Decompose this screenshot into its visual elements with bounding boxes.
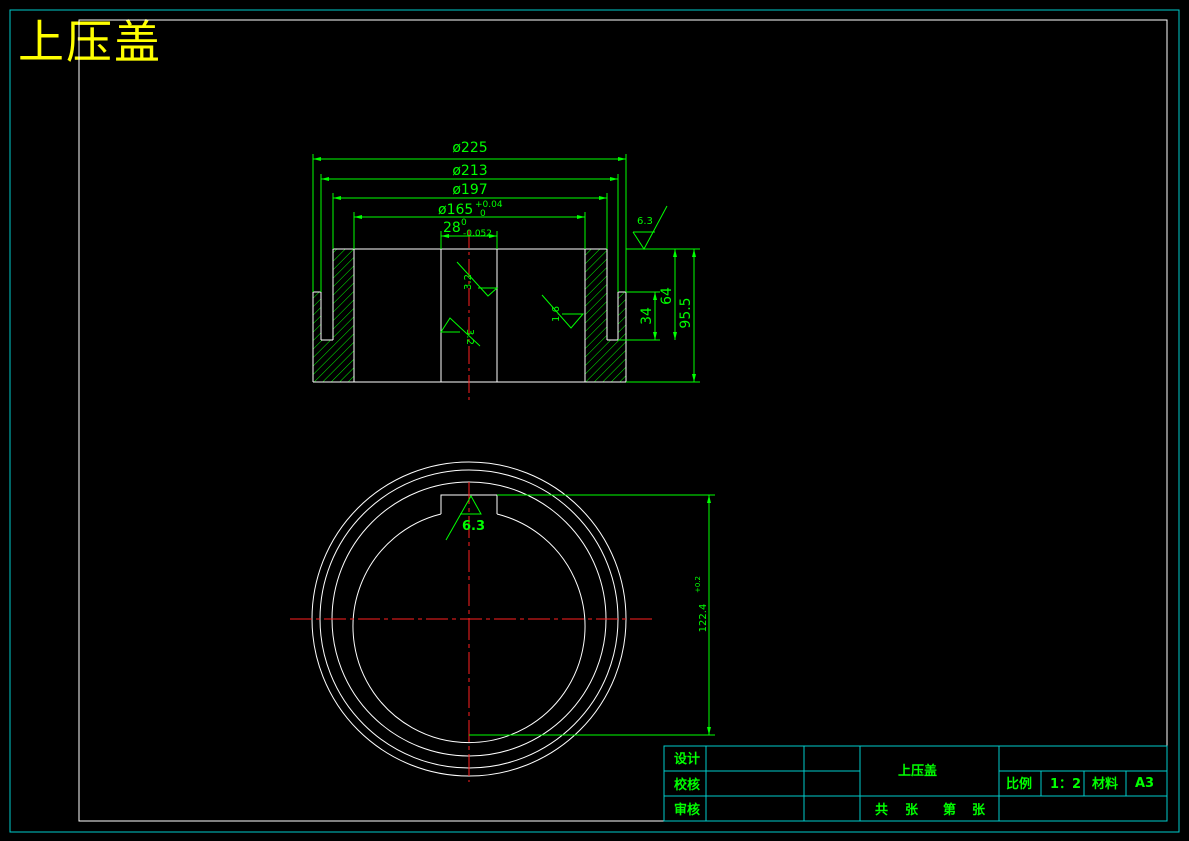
sheet-no: 第 [943,802,956,818]
dim-95-5: 95.5 [678,297,694,328]
scale-label: 比例 [1006,776,1032,792]
sheets-total: 共 [875,802,888,818]
drawing-canvas: ø225 ø213 ø197 ø165 +0.04 0 28 0 -0.052 … [9,9,1180,833]
check-label: 校核 [674,777,700,793]
top-view: 6.3 122.4 +0.2 [290,461,715,782]
dim-key-depth-tol: +0.2 [694,576,702,593]
material-value: A3 [1135,776,1154,791]
sheets-unit-1: 张 [905,803,919,818]
right-hatch-section [585,249,626,382]
dim-28-tol-upper: 0 [461,218,467,228]
dim-d213: ø213 [452,163,487,179]
outer-border [9,9,1180,833]
roughness-bore: 1.6 [551,306,562,322]
dim-64: 64 [659,287,675,305]
dim-d165-tol-lower: 0 [480,209,486,219]
roughness-keyway-2: 3.2 [464,329,475,345]
part-name: 上压盖 [898,763,937,779]
front-view: ø225 ø213 ø197 ø165 +0.04 0 28 0 -0.052 … [312,140,700,402]
review-label: 审核 [674,802,700,818]
dim-key-depth: 122.4 [698,604,709,633]
title-block: 设计 校核 审核 上压盖 比例 1：2 材料 A3 共 张 第 张 [663,745,1168,822]
inner-frame [78,19,1168,822]
scale-value: 1：2 [1050,777,1081,792]
material-label: 材料 [1092,776,1118,792]
sheets-unit-2: 张 [972,803,986,818]
roughness-keyway-1: 3.2 [463,274,474,290]
roughness-key: 6.3 [462,519,485,534]
roughness-top: 6.3 [637,216,653,227]
dim-d225: ø225 [452,140,487,156]
dim-d197: ø197 [452,182,487,198]
design-label: 设计 [674,751,700,767]
dim-28: 28 [443,220,461,236]
dim-34: 34 [639,307,655,325]
dim-d165: ø165 [438,202,473,218]
dim-28-tol-lower: -0.052 [463,229,492,239]
